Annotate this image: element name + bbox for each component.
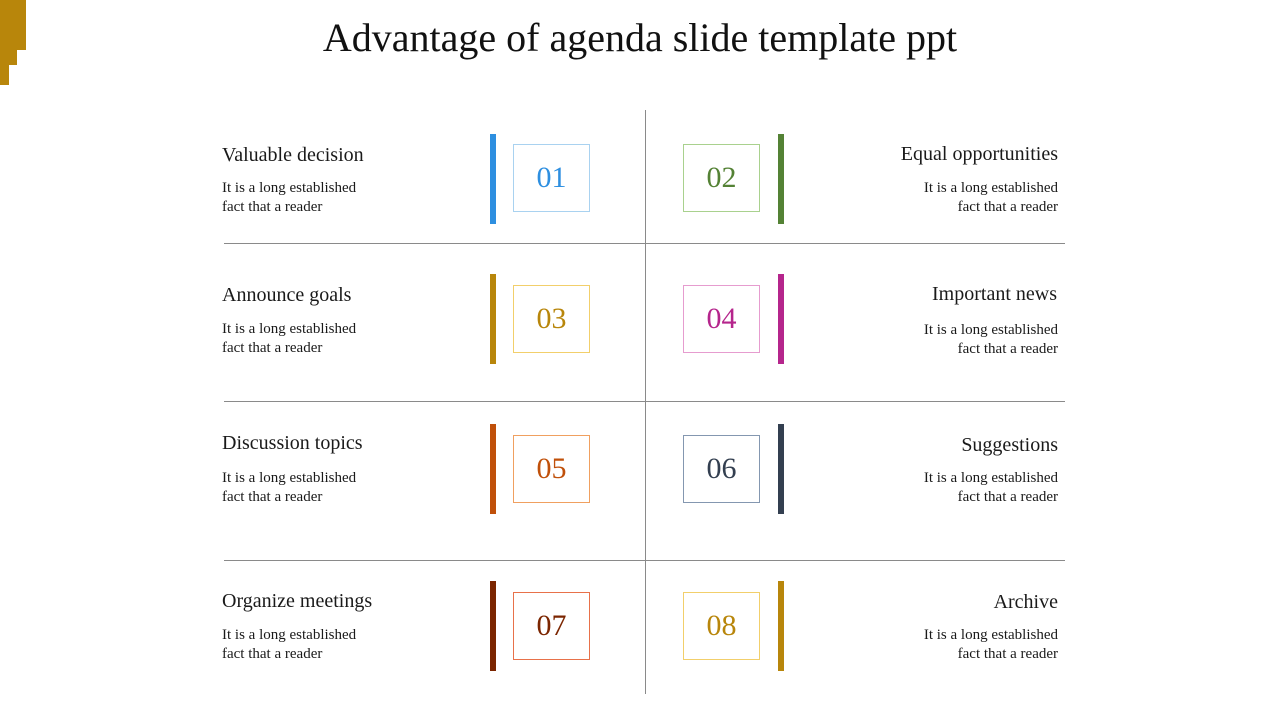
item-number-box: 06 xyxy=(683,435,760,503)
item-number-box: 07 xyxy=(513,592,590,660)
item-number-box: 05 xyxy=(513,435,590,503)
item-accent-bar xyxy=(490,581,496,671)
item-heading: Valuable decision xyxy=(222,144,364,166)
item-accent-bar xyxy=(490,274,496,364)
item-accent-bar xyxy=(778,134,784,224)
item-description-line1: It is a long established xyxy=(222,180,357,196)
item-heading: Suggestions xyxy=(961,434,1058,456)
horizontal-divider-2 xyxy=(224,401,1065,402)
item-heading: Equal opportunities xyxy=(900,143,1058,165)
item-description-line2: fact that a reader xyxy=(957,489,1058,505)
item-number-box: 02 xyxy=(683,144,760,212)
horizontal-divider-1 xyxy=(224,243,1065,244)
item-description-line2: fact that a reader xyxy=(222,199,323,215)
item-number-box: 03 xyxy=(513,285,590,353)
item-heading: Discussion topics xyxy=(222,432,363,454)
item-accent-bar xyxy=(490,134,496,224)
item-number-box: 01 xyxy=(513,144,590,212)
item-description-line1: It is a long established xyxy=(222,470,357,486)
item-accent-bar xyxy=(778,274,784,364)
item-description-line1: It is a long established xyxy=(923,470,1058,486)
item-description-line1: It is a long established xyxy=(222,627,357,643)
item-description-line2: fact that a reader xyxy=(957,341,1058,357)
horizontal-divider-3 xyxy=(224,560,1065,561)
item-description-line1: It is a long established xyxy=(923,180,1058,196)
item-description-line2: fact that a reader xyxy=(222,646,323,662)
item-heading: Organize meetings xyxy=(222,590,373,612)
item-accent-bar xyxy=(778,581,784,671)
item-description-line1: It is a long established xyxy=(222,321,357,337)
item-heading: Important news xyxy=(932,283,1057,305)
item-accent-bar xyxy=(778,424,784,514)
slide-title: Advantage of agenda slide template ppt xyxy=(322,15,958,60)
item-heading: Archive xyxy=(993,591,1058,613)
item-heading: Announce goals xyxy=(222,284,352,306)
item-description-line2: fact that a reader xyxy=(957,199,1058,215)
item-number-box: 04 xyxy=(683,285,760,353)
item-description-line2: fact that a reader xyxy=(222,489,323,505)
item-description-line2: fact that a reader xyxy=(222,340,323,356)
item-accent-bar xyxy=(490,424,496,514)
item-description-line2: fact that a reader xyxy=(957,646,1058,662)
item-description-line1: It is a long established xyxy=(923,322,1058,338)
corner-decoration-bottom xyxy=(0,65,9,85)
item-number-box: 08 xyxy=(683,592,760,660)
vertical-divider xyxy=(645,110,646,694)
item-description-line1: It is a long established xyxy=(923,627,1058,643)
